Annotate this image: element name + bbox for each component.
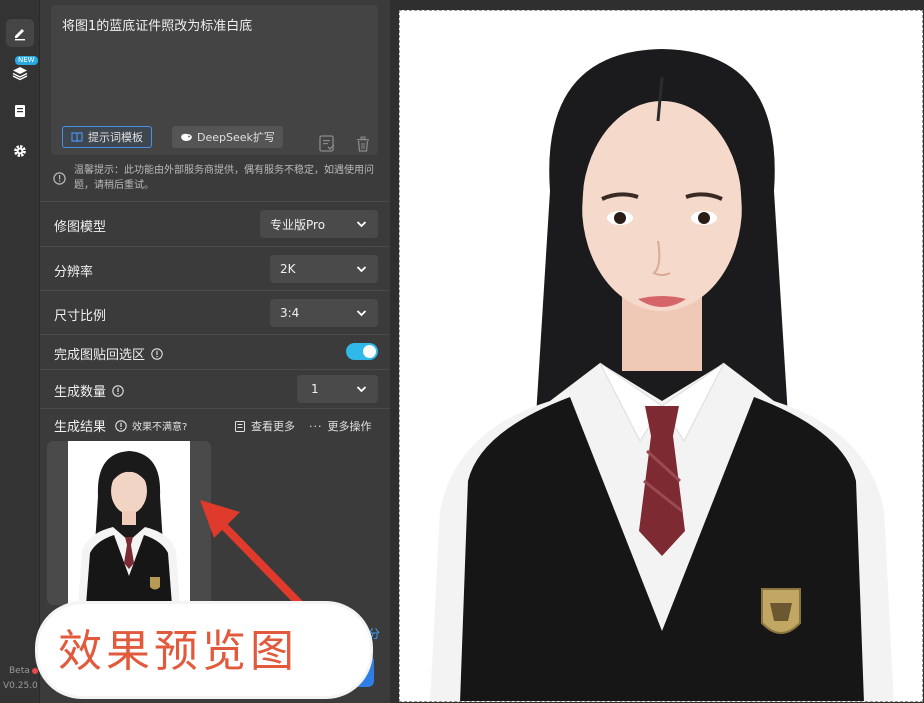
result-thumbnail-image <box>68 441 190 605</box>
save-prompt-icon[interactable] <box>319 135 335 153</box>
preview-area <box>390 0 924 703</box>
fen-link[interactable]: 分 <box>368 625 380 642</box>
new-badge: NEW <box>15 56 38 65</box>
result-thumbnail[interactable] <box>47 441 211 605</box>
ratio-value: 3:4 <box>280 306 300 320</box>
settings-panel: 将图1的蓝底证件照改为标准白底 提示词模板 DeepSeek扩写 温馨提示：此功… <box>40 0 390 703</box>
count-label-wrap: 生成数量 <box>54 381 124 400</box>
service-hint: 温馨提示：此功能由外部服务商提供，偶有服务不稳定，如遇使用问题，请稍后重试。 <box>74 165 374 191</box>
portrait-preview-icon <box>430 49 894 701</box>
resolution-row: 分辨率 2K <box>40 246 390 290</box>
info-icon <box>53 172 66 185</box>
document-icon <box>15 105 25 117</box>
count-value: 1 <box>311 382 319 396</box>
deepseek-button-label: DeepSeek扩写 <box>197 131 275 144</box>
notification-dot <box>32 668 38 674</box>
edit-tool-button[interactable] <box>6 19 34 47</box>
chevron-down-icon <box>356 310 367 317</box>
deepseek-expand-button[interactable]: DeepSeek扩写 <box>172 126 283 148</box>
list-icon <box>235 420 245 432</box>
app-window: NEW Beta V0.25.0 将图1的蓝底证件照改为标准白底 提示词模板 D… <box>0 0 924 703</box>
gear-icon <box>14 145 26 157</box>
book-icon <box>71 132 83 143</box>
info-icon[interactable] <box>151 347 163 360</box>
chevron-down-icon <box>356 221 367 228</box>
info-icon <box>115 419 127 432</box>
info-icon[interactable] <box>112 384 124 397</box>
version-label: V0.25.0 <box>3 681 38 691</box>
results-label: 生成结果 <box>54 420 107 435</box>
unsatisfied-label: 效果不满意? <box>132 422 188 433</box>
model-row: 修图模型 专业版Pro <box>40 201 390 246</box>
callout-text: 效果预览图 <box>58 626 298 677</box>
more-ops-label: 更多操作 <box>327 420 372 433</box>
resolution-value: 2K <box>280 262 296 276</box>
template-button-label: 提示词模板 <box>88 131 143 144</box>
paste-back-toggle[interactable] <box>346 343 378 360</box>
unsatisfied-link[interactable]: 效果不满意? <box>115 418 187 433</box>
chevron-down-icon <box>356 386 367 393</box>
prompt-template-button[interactable]: 提示词模板 <box>62 126 152 148</box>
trash-icon[interactable] <box>356 136 370 152</box>
paste-back-label-wrap: 完成图贴回选区 <box>54 344 163 363</box>
model-select[interactable]: 专业版Pro <box>260 210 378 238</box>
left-toolbar: NEW Beta V0.25.0 <box>0 0 40 703</box>
portrait-thumbnail-icon <box>78 451 180 605</box>
toggle-knob <box>363 345 376 358</box>
prompt-text: 将图1的蓝底证件照改为标准白底 <box>62 19 253 34</box>
layers-icon <box>12 67 28 81</box>
preview-canvas <box>399 10 923 702</box>
count-select[interactable]: 1 <box>297 375 378 403</box>
settings-tool-button[interactable] <box>6 137 34 165</box>
whale-icon <box>181 133 192 141</box>
view-more-label: 查看更多 <box>251 420 295 433</box>
count-row: 生成数量 1 <box>40 369 390 408</box>
model-value: 专业版Pro <box>270 217 326 232</box>
count-label: 生成数量 <box>54 385 107 400</box>
paste-back-row: 完成图贴回选区 <box>40 334 390 369</box>
more-ops-button[interactable]: ··· 更多操作 <box>309 418 372 434</box>
results-header: 生成结果 效果不满意? 查看更多 ··· 更多操作 <box>40 408 390 438</box>
view-more-button[interactable]: 查看更多 <box>235 418 295 434</box>
resolution-select[interactable]: 2K <box>270 255 378 283</box>
chevron-down-icon <box>356 266 367 273</box>
ratio-row: 尺寸比例 3:4 <box>40 290 390 334</box>
ratio-label: 尺寸比例 <box>54 309 107 324</box>
prompt-input[interactable]: 将图1的蓝底证件照改为标准白底 提示词模板 DeepSeek扩写 <box>51 5 378 155</box>
history-tool-button[interactable] <box>6 97 34 125</box>
ellipsis-icon: ··· <box>309 419 323 433</box>
beta-label: Beta <box>9 666 30 676</box>
resolution-label: 分辨率 <box>54 265 94 280</box>
model-label: 修图模型 <box>54 220 107 235</box>
ratio-select[interactable]: 3:4 <box>270 299 378 327</box>
pen-icon <box>15 29 25 41</box>
paste-back-label: 完成图贴回选区 <box>54 348 146 363</box>
